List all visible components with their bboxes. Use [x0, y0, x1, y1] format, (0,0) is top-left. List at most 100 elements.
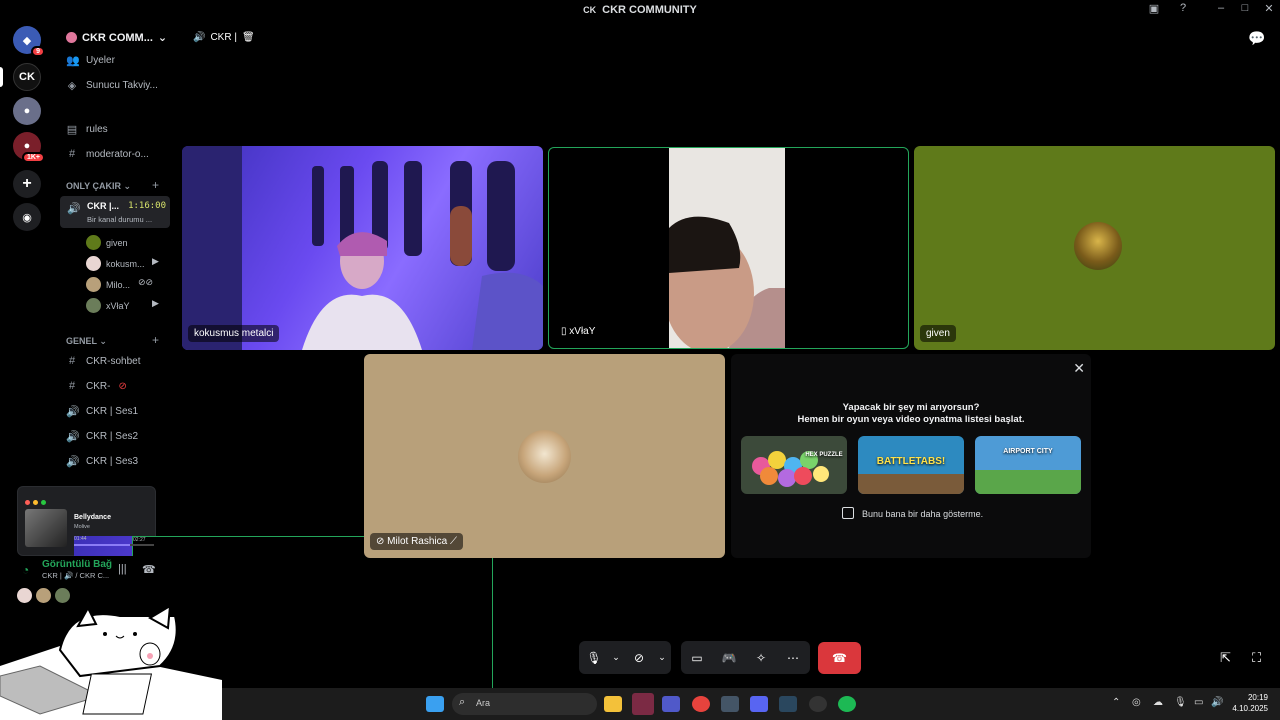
add-channel-icon[interactable]: + — [152, 178, 159, 192]
close-button[interactable]: ✕ — [1257, 2, 1280, 15]
channel-label: CKR-sohbet — [86, 355, 141, 367]
close-icon[interactable]: ✕ — [1073, 360, 1085, 377]
tray-chevron-icon[interactable]: ⌃ — [1112, 697, 1120, 708]
window-title-text: CKR COMMUNITY — [602, 4, 697, 16]
avatar — [86, 235, 101, 250]
channel-moderator[interactable]: # moderator-o... — [66, 148, 149, 160]
video-tile-speaking[interactable]: ▯ xVłaY — [548, 147, 909, 349]
chevron-down-icon: ⌄ — [157, 32, 168, 44]
promo-subheading: Hemen bir oyun veya video oynatma listes… — [797, 414, 1025, 425]
hash-icon: # — [68, 148, 76, 160]
chrome-icon[interactable] — [692, 696, 710, 712]
channel-header-name: CKR | — [210, 32, 237, 43]
chevron-down-icon[interactable]: ⌄ — [609, 652, 623, 663]
noise-suppression-icon[interactable]: ||| — [118, 563, 127, 575]
channel-ses2[interactable]: 🔊 CKR | Ses2 — [66, 430, 138, 443]
taskbar-clock[interactable]: 20:19 4.10.2025 — [1232, 692, 1268, 714]
screen-share-icon[interactable]: ▭ — [681, 651, 713, 665]
promo-heading: Yapacak bir şey mi arıyorsun? — [842, 402, 980, 413]
tile-name-label: kokusmus metalci — [188, 325, 280, 342]
hash-icon: # — [68, 355, 76, 367]
dont-show-checkbox[interactable] — [842, 507, 854, 519]
voice-member[interactable]: kokusm... — [86, 256, 145, 271]
discord-icon[interactable] — [750, 696, 768, 712]
active-voice-channel[interactable]: 🔊 CKR |... 1:16:00 Bir kanal durumu ... — [60, 196, 170, 228]
fullscreen-icon[interactable]: ⛶ — [1252, 650, 1261, 666]
screen-share-status-icon[interactable]: ▣ — [1142, 2, 1166, 15]
chat-icon[interactable]: 💬 — [1248, 30, 1265, 47]
channel-sidebar: CKR COMM... ⌄ 👥 Uyeler ◈ Sunucu Takviy... ▤… — [54, 22, 174, 492]
tray-app-icon[interactable]: ◎ — [1132, 697, 1141, 708]
music-progress[interactable] — [74, 544, 154, 546]
channel-sohbet[interactable]: # CKR-sohbet — [66, 355, 141, 367]
voice-member[interactable]: given — [86, 235, 128, 250]
channel-boost[interactable]: ◈ Sunucu Takviy... — [66, 79, 158, 92]
direct-messages-icon[interactable]: ◆ 9 — [13, 26, 45, 57]
video-tile[interactable]: ⊘ Milot Rashica ⟋ — [364, 354, 725, 558]
add-server-icon[interactable]: + — [13, 170, 41, 198]
disconnect-icon[interactable]: ☎ — [142, 563, 156, 576]
steam-icon[interactable] — [779, 696, 797, 712]
file-explorer-icon[interactable] — [604, 696, 622, 712]
category-genel[interactable]: GENEL ⌄ — [66, 336, 107, 347]
camera-icon: ▶ — [152, 298, 159, 308]
server-red-icon[interactable]: ● 1K+ — [13, 132, 45, 163]
channel-label: CKR | Ses3 — [86, 456, 139, 467]
channel-ckr[interactable]: # CKR- ⊘ — [66, 380, 127, 392]
add-channel-icon[interactable]: + — [152, 333, 159, 347]
teams-icon[interactable] — [662, 696, 680, 712]
voice-member[interactable]: Milo... — [86, 277, 130, 292]
taskbar: ⌕ Ara ⌃ ◎ ☁ 🎙 ▭ 🔊 20:19 4.10.2025 — [222, 688, 1280, 720]
tray-volume-icon[interactable]: 🔊 — [1211, 697, 1223, 708]
gamepad-icon[interactable]: 🎮 — [713, 651, 745, 665]
game-title: HEX PUZZLE — [805, 452, 843, 458]
video-tile[interactable]: given — [914, 146, 1275, 350]
game-card-battletabs[interactable]: BATTLETABS! — [858, 436, 964, 494]
tray-mic-icon[interactable]: 🎙 — [1174, 697, 1187, 708]
channel-ses1[interactable]: 🔊 CKR | Ses1 — [66, 405, 138, 418]
popout-icon[interactable]: ⇱ — [1220, 650, 1231, 666]
tile-name-text: Milot Rashica — [387, 536, 448, 547]
channel-status: Bir kanal durumu ... — [87, 215, 153, 224]
channel-ses3[interactable]: 🔊 CKR | Ses3 — [66, 455, 138, 468]
game-card-hex-puzzle[interactable]: HEX PUZZLE — [741, 436, 847, 494]
tray-network-icon[interactable]: ▭ — [1194, 697, 1203, 708]
more-icon[interactable]: ⋯ — [777, 651, 809, 665]
taskbar-search[interactable]: ⌕ Ara — [452, 693, 597, 715]
tile-name-label: given — [920, 325, 956, 342]
discover-icon[interactable]: ◉ — [13, 203, 41, 231]
video-tile[interactable]: kokusmus metalci — [182, 146, 543, 350]
spotify-icon[interactable] — [838, 696, 856, 712]
server-ckr-icon[interactable]: CK — [13, 63, 41, 91]
app-icon[interactable] — [809, 696, 827, 712]
server-name-header[interactable]: CKR COMM... ⌄ — [66, 31, 167, 44]
game-card-airport-city[interactable]: AIRPORT CITY — [975, 436, 1081, 494]
server-dot-icon — [66, 32, 77, 43]
channel-rules[interactable]: ▤ rules — [66, 123, 108, 136]
end-call-button[interactable]: ☎ — [818, 642, 861, 674]
microphone-icon[interactable]: 🎙 — [579, 651, 609, 665]
audio-video-controls: 🎙 ⌄ ⊘ ⌄ — [579, 641, 671, 674]
soundboard-icon[interactable]: ✧ — [745, 651, 777, 665]
channel-label: Sunucu Takviy... — [86, 80, 158, 91]
minimize-button[interactable]: – — [1209, 2, 1233, 14]
mute-icon: ⊘⊘ — [138, 277, 154, 287]
server-avatar-icon[interactable]: ● — [13, 97, 41, 125]
help-icon[interactable]: ? — [1171, 2, 1195, 14]
search-placeholder: Ara — [476, 698, 491, 708]
app-icon[interactable] — [632, 693, 654, 715]
camera-off-icon[interactable]: ⊘ — [623, 651, 655, 665]
channel-members[interactable]: 👥 Uyeler — [66, 54, 115, 67]
member-name: kokusm... — [106, 258, 145, 269]
tray-cloud-icon[interactable]: ☁ — [1153, 697, 1163, 708]
search-icon: ⌕ — [459, 696, 466, 708]
voice-member[interactable]: xVłaY — [86, 298, 130, 313]
voice-status: Görüntülü Bağ — [42, 559, 112, 570]
category-only-cakir[interactable]: ONLY ÇAKIR ⌄ — [66, 181, 131, 192]
chevron-down-icon[interactable]: ⌄ — [655, 652, 669, 663]
app-icon[interactable] — [721, 696, 739, 712]
windows-start-icon[interactable] — [426, 696, 444, 712]
maximize-button[interactable]: □ — [1233, 2, 1257, 14]
music-widget[interactable]: Bellydance Molive 01:44 02:27 — [17, 486, 493, 720]
dont-show-label: Bunu bana bir daha gösterme. — [862, 509, 984, 519]
